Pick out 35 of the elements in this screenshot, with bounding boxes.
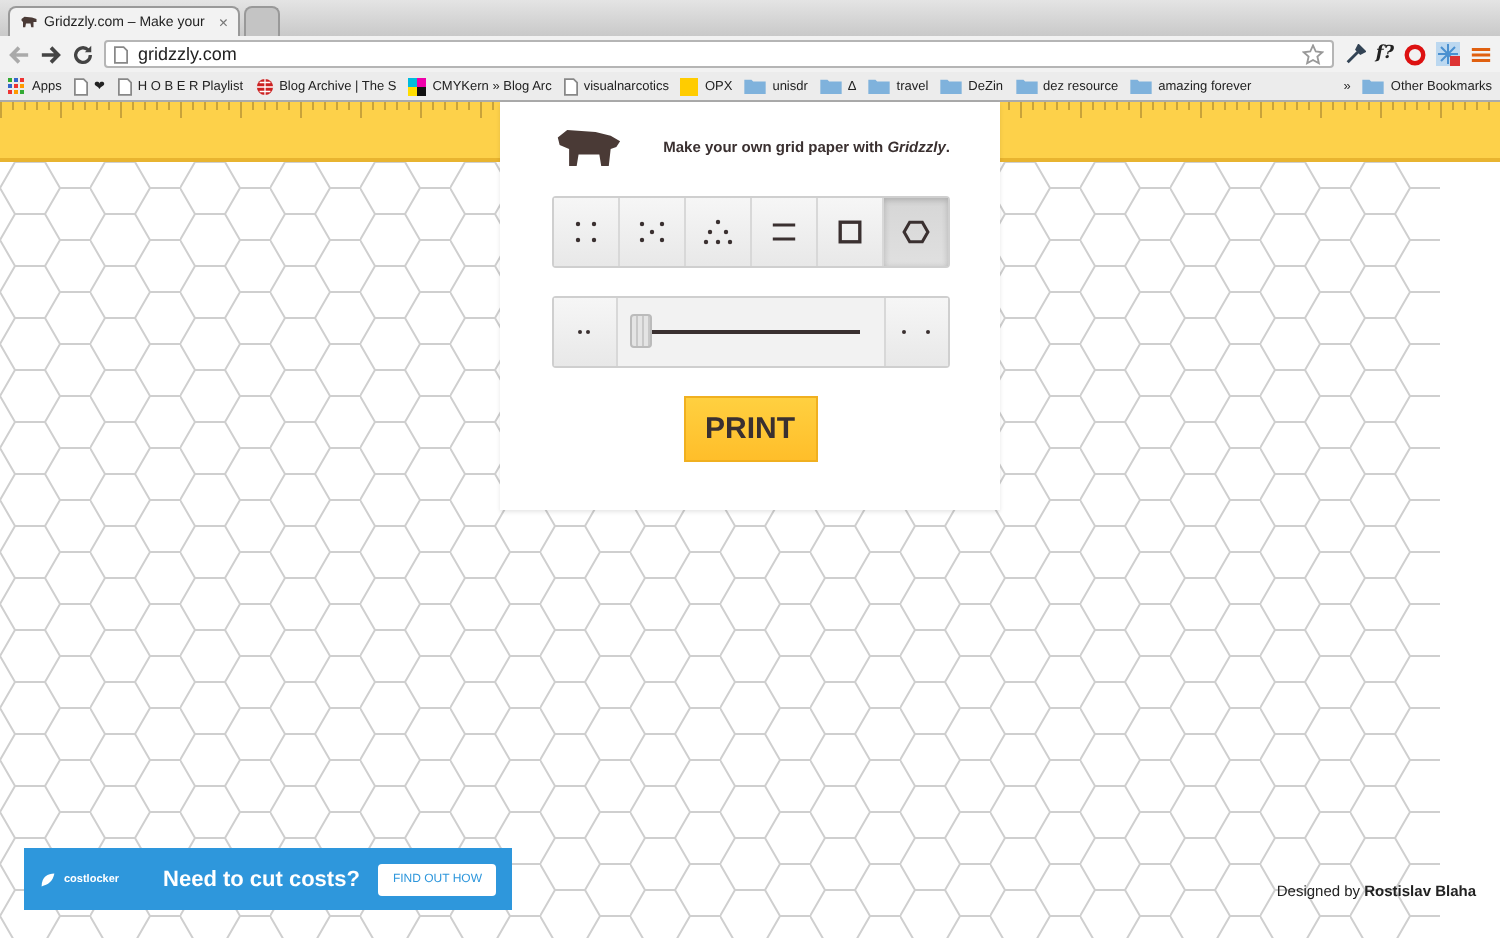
folder-icon bbox=[819, 78, 842, 94]
hexagon-icon bbox=[901, 218, 929, 246]
grid-type-button[interactable] bbox=[883, 198, 947, 266]
eyedropper-icon[interactable] bbox=[1343, 43, 1366, 65]
dots-icon bbox=[576, 328, 592, 336]
square-icon bbox=[680, 77, 699, 95]
folder-icon bbox=[1130, 78, 1153, 94]
globe-icon bbox=[255, 77, 274, 95]
extension-label[interactable]: f? bbox=[1375, 44, 1394, 64]
leaf-logo-icon bbox=[40, 871, 56, 887]
ad-headline: Need to cut costs? bbox=[163, 867, 362, 891]
snowflake-icon[interactable] bbox=[1436, 42, 1460, 66]
new-tab-button[interactable] bbox=[244, 6, 280, 36]
lines-icon bbox=[769, 218, 797, 246]
address-bar[interactable]: gridzzly.com bbox=[104, 40, 1334, 68]
page-icon bbox=[563, 77, 578, 95]
back-icon[interactable] bbox=[8, 43, 30, 65]
menu-icon[interactable] bbox=[1470, 43, 1492, 65]
apps-grid-icon bbox=[8, 77, 26, 95]
reload-icon[interactable] bbox=[72, 43, 94, 65]
folder-icon bbox=[1362, 78, 1385, 94]
folder-icon bbox=[940, 78, 963, 94]
grid-type-button[interactable] bbox=[817, 198, 883, 266]
slider-handle[interactable] bbox=[629, 314, 652, 348]
folder-icon bbox=[744, 78, 767, 94]
page-icon bbox=[73, 77, 88, 95]
ring-icon[interactable] bbox=[1404, 43, 1426, 65]
color-squares-icon bbox=[408, 77, 427, 95]
forward-icon[interactable] bbox=[40, 43, 62, 65]
folder-icon bbox=[868, 78, 891, 94]
close-icon[interactable]: × bbox=[218, 13, 228, 31]
square-icon bbox=[835, 218, 863, 246]
star-icon[interactable] bbox=[1301, 43, 1324, 65]
folder-icon bbox=[1015, 78, 1038, 94]
print-button[interactable]: PRINT bbox=[683, 396, 817, 462]
